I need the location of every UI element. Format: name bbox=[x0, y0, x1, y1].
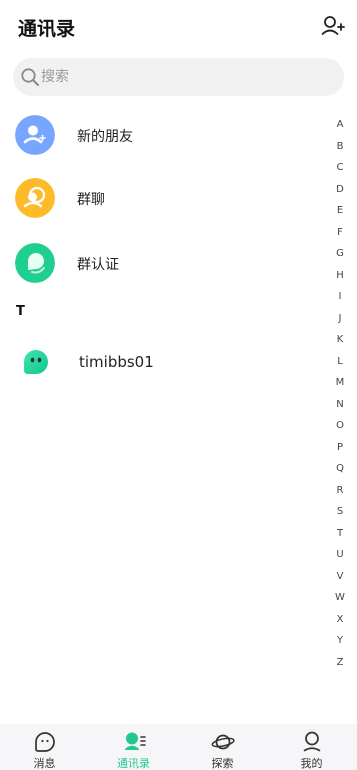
entry-label-group-chat: 群聊 bbox=[77, 192, 105, 208]
planet-icon bbox=[211, 734, 235, 750]
search-input[interactable] bbox=[41, 58, 331, 96]
index-letter[interactable]: K bbox=[333, 332, 347, 354]
entry-label-group-verify: 群认证 bbox=[77, 257, 119, 273]
tab-messages[interactable]: 消息 bbox=[0, 724, 89, 770]
tab-explore[interactable]: 探索 bbox=[178, 724, 267, 770]
tab-label-profile: 我的 bbox=[300, 757, 323, 770]
index-letter[interactable]: Q bbox=[333, 461, 347, 483]
search-bar[interactable] bbox=[13, 58, 344, 96]
profile-icon bbox=[303, 731, 321, 752]
index-letter[interactable]: X bbox=[333, 612, 347, 634]
index-letter[interactable]: I bbox=[333, 289, 347, 311]
index-letter[interactable]: T bbox=[333, 526, 347, 548]
index-letter[interactable]: F bbox=[333, 225, 347, 247]
index-letter[interactable]: V bbox=[333, 569, 347, 591]
header: 通讯录 bbox=[0, 0, 357, 52]
group-chat-entry[interactable]: 群聊 bbox=[0, 170, 330, 226]
group-chat-icon bbox=[15, 178, 55, 218]
index-letter[interactable]: N bbox=[333, 397, 347, 419]
index-letter[interactable]: G bbox=[333, 246, 347, 268]
index-letter[interactable]: W bbox=[333, 590, 347, 612]
index-letter[interactable]: C bbox=[333, 160, 347, 182]
index-letter[interactable]: R bbox=[333, 483, 347, 505]
tab-label-messages: 消息 bbox=[33, 757, 56, 770]
index-letter[interactable]: B bbox=[333, 139, 347, 161]
entry-label-new-friends: 新的朋友 bbox=[77, 129, 133, 145]
index-letter[interactable]: E bbox=[333, 203, 347, 225]
index-letter[interactable]: U bbox=[333, 547, 347, 569]
index-letter[interactable]: S bbox=[333, 504, 347, 526]
alphabet-index[interactable]: A B C D E F G H I J K L M N O P Q R S T … bbox=[333, 117, 347, 676]
index-letter[interactable]: H bbox=[333, 268, 347, 290]
page-title: 通讯录 bbox=[18, 18, 76, 40]
index-letter[interactable]: A bbox=[333, 117, 347, 139]
tab-profile[interactable]: 我的 bbox=[267, 724, 356, 770]
index-letter[interactable]: M bbox=[333, 375, 347, 397]
bottom-tab-bar: 消息 通讯录 探索 我的 bbox=[0, 724, 357, 770]
index-letter[interactable]: J bbox=[333, 311, 347, 333]
index-letter[interactable]: P bbox=[333, 440, 347, 462]
index-letter[interactable]: D bbox=[333, 182, 347, 204]
contacts-icon bbox=[125, 732, 146, 750]
index-letter[interactable]: L bbox=[333, 354, 347, 376]
tab-contacts[interactable]: 通讯录 bbox=[89, 724, 178, 770]
group-verify-icon bbox=[15, 243, 55, 283]
chat-bubble-icon bbox=[35, 732, 55, 752]
index-letter[interactable]: Y bbox=[333, 633, 347, 655]
search-icon bbox=[21, 68, 39, 86]
index-letter[interactable]: O bbox=[333, 418, 347, 440]
group-verify-entry[interactable]: 群认证 bbox=[0, 235, 330, 291]
contact-row[interactable]: timibbs01 bbox=[0, 340, 330, 384]
add-contact-icon[interactable] bbox=[321, 15, 345, 37]
contact-name: timibbs01 bbox=[79, 353, 154, 371]
bot-avatar bbox=[24, 350, 48, 374]
index-letter[interactable]: Z bbox=[333, 655, 347, 677]
tab-label-explore: 探索 bbox=[211, 757, 234, 770]
tab-label-contacts: 通讯录 bbox=[117, 757, 150, 770]
new-friends-entry[interactable]: 新的朋友 bbox=[0, 107, 330, 163]
new-friend-icon bbox=[15, 115, 55, 155]
section-header-t: T bbox=[16, 304, 25, 319]
